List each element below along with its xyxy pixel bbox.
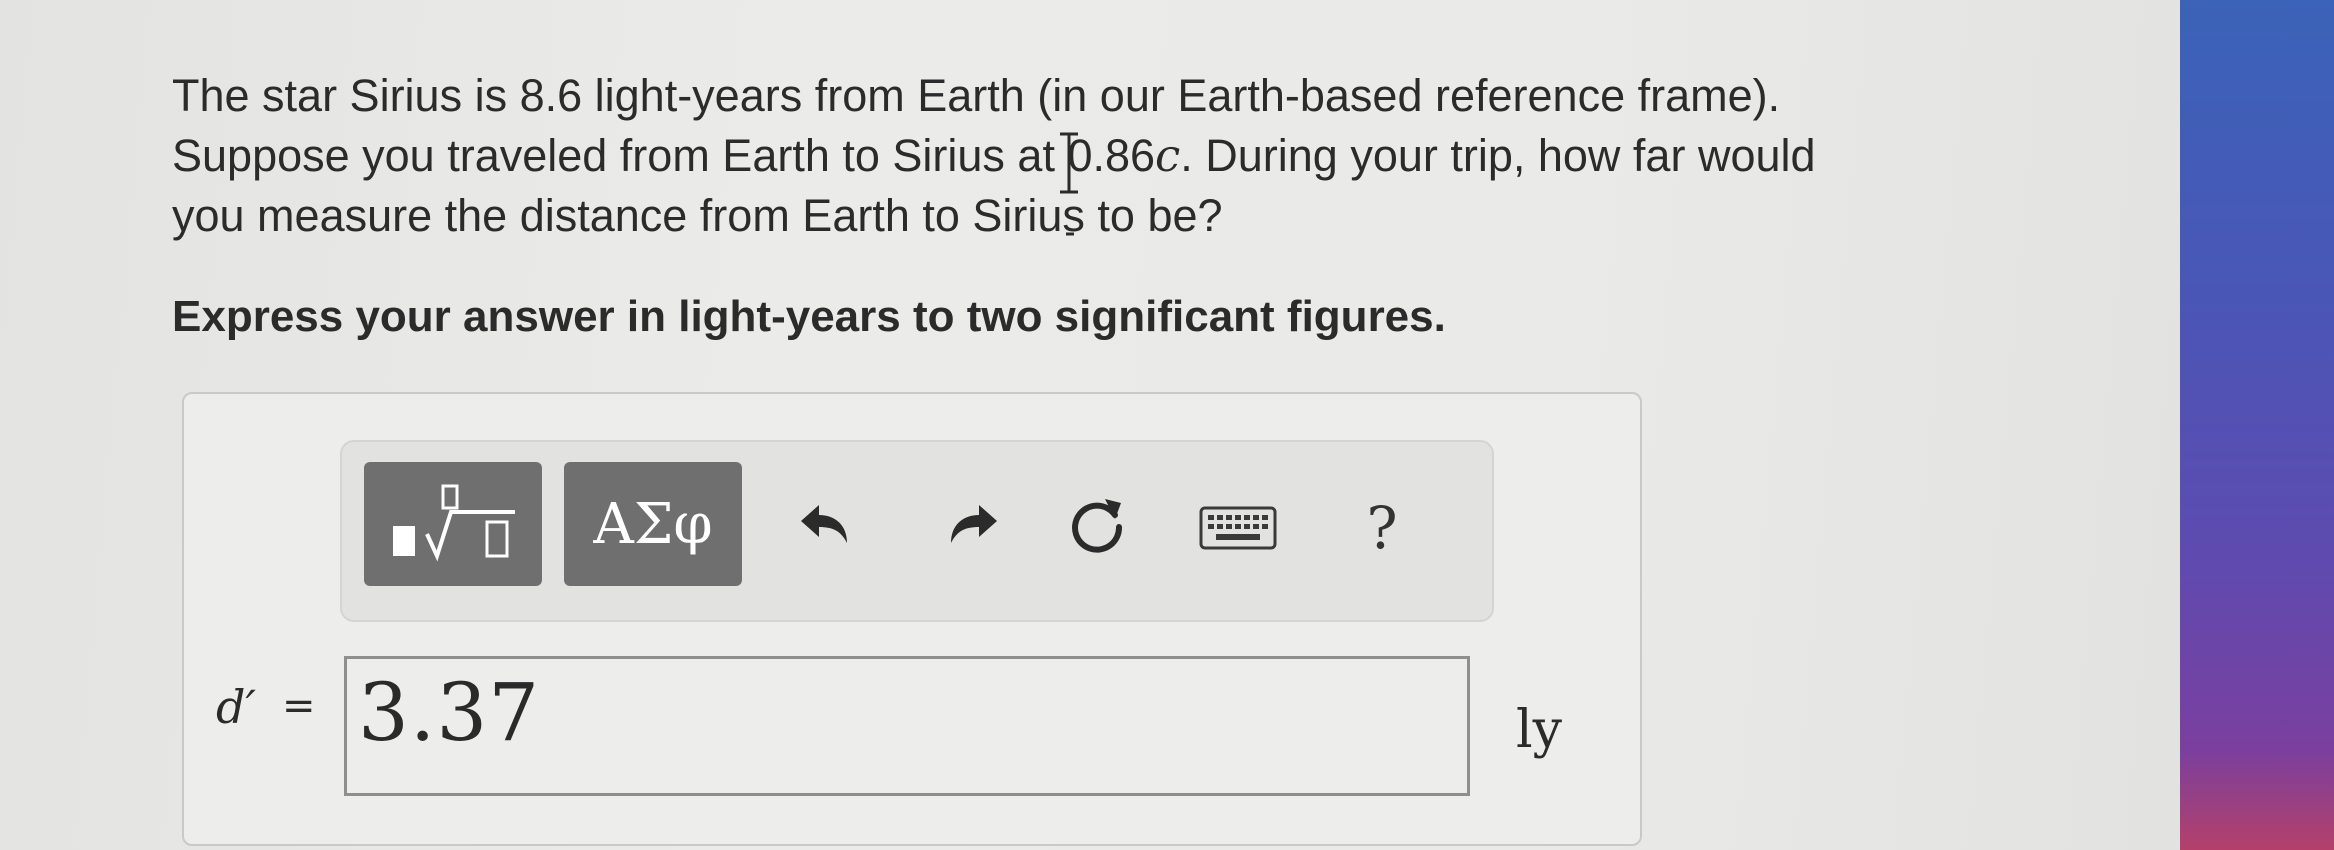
problem-page: The star Sirius is 8.6 light-years from …: [0, 0, 2180, 850]
question-line-2-end: . During your trip, how far would: [1180, 130, 1816, 181]
redo-icon: [951, 505, 997, 543]
templates-button[interactable]: [364, 462, 542, 586]
undo-icon: [801, 505, 847, 543]
answer-value[interactable]: 3.37: [358, 666, 540, 759]
redo-button[interactable]: [938, 490, 1008, 560]
help-button[interactable]: ?: [1352, 490, 1412, 566]
templates-icon: [393, 484, 515, 562]
keyboard-button[interactable]: [1198, 500, 1278, 556]
question-line-2: Suppose you traveled from Earth to Siriu…: [172, 126, 2012, 186]
speed-variable: c: [1155, 129, 1181, 182]
question-line-3: you measure the distance from Earth to S…: [172, 190, 1223, 241]
text-cursor-icon: [1060, 132, 1078, 236]
instruction-text: Express your answer in light-years to tw…: [172, 292, 1446, 341]
equals-sign: =: [282, 683, 316, 729]
question-text: The star Sirius is 8.6 light-years from …: [172, 66, 2012, 246]
undo-button[interactable]: [790, 490, 860, 560]
question-line-1: The star Sirius is 8.6 light-years from …: [172, 70, 1781, 121]
greek-symbols-button[interactable]: ΑΣφ: [564, 462, 742, 586]
desktop-background: [2180, 0, 2334, 850]
question-line-2-start: Suppose you traveled from Earth to Siriu…: [172, 130, 1156, 181]
answer-variable: d′: [216, 680, 256, 734]
answer-unit: ly: [1516, 700, 1563, 760]
keyboard-icon: [1199, 506, 1277, 550]
reset-icon: [1072, 499, 1123, 553]
reset-button[interactable]: [1062, 490, 1132, 560]
